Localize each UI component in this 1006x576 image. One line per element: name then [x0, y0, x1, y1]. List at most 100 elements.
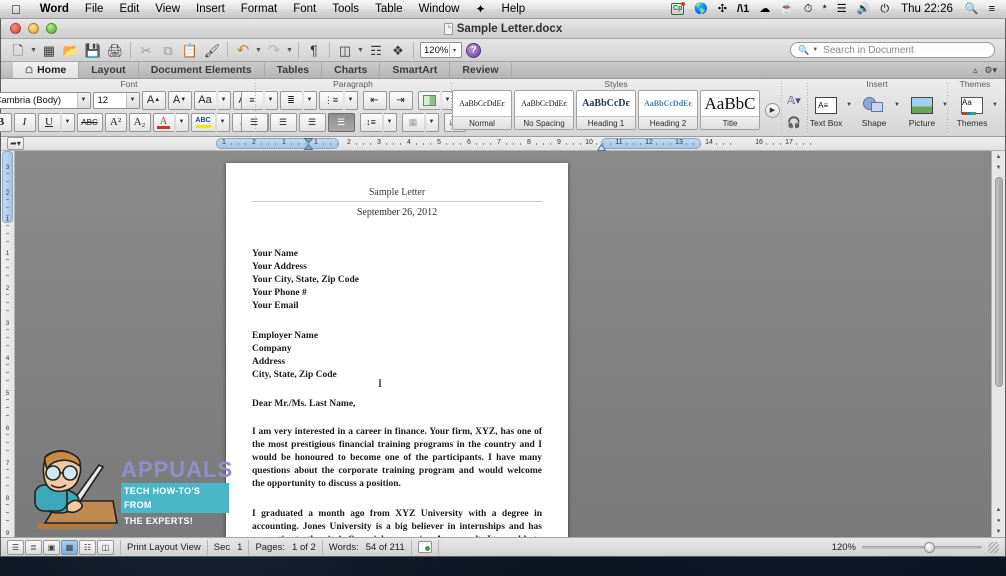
chevron-right-circle-icon[interactable]: ▶: [765, 102, 780, 118]
tab-charts[interactable]: Charts: [322, 62, 381, 78]
wordart-icon[interactable]: 𝔸▾: [782, 91, 806, 110]
paste-icon[interactable]: 📋: [179, 40, 201, 60]
themes-dropdown-icon[interactable]: ▼: [992, 93, 998, 108]
notification-center-icon[interactable]: ≡: [984, 0, 1000, 19]
search-input[interactable]: 🔍 ▼ Search in Document: [790, 42, 995, 58]
publishing-layout-icon[interactable]: ▣: [43, 539, 60, 555]
draft-view-icon[interactable]: ☰: [7, 539, 24, 555]
scroll-down-icon[interactable]: ▼: [996, 162, 1002, 173]
decrease-indent-icon[interactable]: ⇤: [362, 90, 387, 110]
notebook-layout-icon[interactable]: ☷: [79, 539, 96, 555]
columns-icon[interactable]: [417, 90, 440, 110]
menu-item-insert[interactable]: Insert: [188, 0, 233, 19]
menu-item-font[interactable]: Font: [285, 0, 324, 19]
zoom-stepper-icon[interactable]: ▾: [449, 44, 459, 56]
menu-item-table[interactable]: Table: [367, 0, 411, 19]
document-page[interactable]: Sample Letter September 26, 2012 Your Na…: [226, 163, 568, 537]
browse-object-icon[interactable]: ●: [997, 515, 1001, 526]
bittorrent-icon[interactable]: ✣: [713, 0, 732, 19]
font-color-dropdown-icon[interactable]: ▼: [175, 112, 189, 132]
undo-icon[interactable]: ↶: [232, 40, 254, 60]
next-page-icon[interactable]: ▼: [996, 526, 1002, 537]
new-document-icon[interactable]: 🗋: [7, 40, 29, 60]
menu-item-window[interactable]: Window: [411, 0, 468, 19]
align-left-icon[interactable]: ☰: [240, 112, 268, 132]
scroll-up-icon[interactable]: ▲: [996, 151, 1002, 162]
search-dropdown-icon[interactable]: ▼: [812, 47, 818, 53]
tab-home[interactable]: ☖ Home: [13, 62, 80, 78]
sidebar-dropdown-icon[interactable]: ▼: [356, 47, 365, 54]
menu-item-view[interactable]: View: [147, 0, 188, 19]
shape-dropdown-icon[interactable]: ▼: [894, 93, 900, 108]
subscript-button[interactable]: A₂: [128, 112, 151, 132]
adobe-icon[interactable]: /\1: [732, 0, 754, 19]
vertical-ruler[interactable]: 32112345678910: [1, 151, 15, 537]
volume-icon[interactable]: 🔊: [852, 0, 876, 19]
menu-item-tools[interactable]: Tools: [324, 0, 367, 19]
apple-logo-icon[interactable]: : [0, 3, 32, 16]
menu-item-word[interactable]: Word: [32, 0, 77, 19]
themes-button[interactable]: Aa Themes ▼: [952, 93, 998, 128]
dropbox-menu-icon[interactable]: ✦: [467, 0, 493, 19]
align-center-icon[interactable]: ☰: [269, 112, 297, 132]
window-title-bar[interactable]: Sample Letter.docx: [1, 19, 1005, 39]
change-case-dropdown-icon[interactable]: ▼: [217, 90, 231, 110]
new-document-dropdown-icon[interactable]: ▼: [29, 47, 38, 54]
vertical-scrollbar[interactable]: ▲ ▼ ▲ ● ▼: [991, 151, 1005, 537]
multilevel-list-icon[interactable]: ⋮≡: [318, 90, 343, 110]
grow-font-button[interactable]: A ▲: [141, 90, 166, 110]
menu-bar-clock[interactable]: Thu 22:26: [894, 3, 960, 15]
spelling-check-icon[interactable]: [417, 541, 432, 553]
align-right-icon[interactable]: ☰: [298, 112, 326, 132]
bold-button[interactable]: B: [0, 112, 12, 132]
shrink-font-button[interactable]: A ▼: [167, 90, 192, 110]
media-browser-icon[interactable]: ❖: [387, 40, 409, 60]
insert-shape[interactable]: Shape ▼: [854, 93, 900, 128]
template-gallery-icon[interactable]: ▦: [38, 40, 60, 60]
media-icon[interactable]: 🎧: [782, 113, 806, 132]
underline-button[interactable]: U: [37, 112, 60, 132]
coffee-icon[interactable]: ☕: [775, 0, 799, 19]
superscript-button[interactable]: A²: [104, 112, 127, 132]
sidebar-toggle-icon[interactable]: ◫: [334, 40, 356, 60]
resize-grip-icon[interactable]: [988, 541, 999, 553]
strikethrough-button[interactable]: ABC: [76, 112, 103, 132]
chevron-down-icon[interactable]: ▼: [76, 92, 90, 108]
multilevel-list-dropdown-icon[interactable]: ▼: [344, 90, 358, 110]
font-color-button[interactable]: A: [152, 112, 174, 132]
text-box-dropdown-icon[interactable]: ▼: [846, 93, 852, 108]
cp-badge-icon[interactable]: Cp: [666, 0, 689, 19]
open-document-icon[interactable]: 📂: [60, 40, 82, 60]
line-spacing-icon[interactable]: ↕≡: [359, 112, 382, 132]
spotlight-search-icon[interactable]: 🔍: [960, 0, 984, 19]
zoom-combo[interactable]: 120% ▾: [420, 42, 462, 58]
document-canvas[interactable]: Sample Letter September 26, 2012 Your Na…: [15, 151, 991, 537]
bluetooth-icon[interactable]: *: [818, 0, 832, 19]
help-button[interactable]: ?: [466, 42, 481, 58]
tab-stop-selector[interactable]: ➦▾: [7, 137, 24, 150]
redo-icon[interactable]: ↷: [263, 40, 285, 60]
font-size-combo[interactable]: 12 ▼: [92, 91, 140, 109]
gear-icon[interactable]: ⚙▾: [984, 65, 997, 76]
save-document-icon[interactable]: 💾: [82, 40, 104, 60]
battery-icon[interactable]: ⏻: [875, 0, 894, 19]
tab-layout[interactable]: Layout: [79, 62, 139, 78]
clock-icon[interactable]: ⏱: [799, 0, 818, 19]
underline-dropdown-icon[interactable]: ▼: [61, 112, 75, 132]
tab-tables[interactable]: Tables: [264, 62, 323, 78]
style-title[interactable]: AaBbC Title: [700, 90, 760, 130]
cut-icon[interactable]: ✂: [135, 40, 157, 60]
cloud-icon[interactable]: ☁: [754, 0, 775, 19]
wifi-icon[interactable]: ☰: [832, 0, 852, 19]
menu-item-file[interactable]: File: [77, 0, 112, 19]
insert-text-box[interactable]: A≡ Text Box ▼: [806, 93, 852, 128]
show-formatting-marks-icon[interactable]: ¶: [303, 40, 325, 60]
highlight-dropdown-icon[interactable]: ▼: [216, 112, 230, 132]
tab-smartart[interactable]: SmartArt: [380, 62, 451, 78]
menu-item-help[interactable]: Help: [494, 0, 534, 19]
chevron-up-icon[interactable]: ▵: [973, 65, 978, 76]
tab-document-elements[interactable]: Document Elements: [138, 62, 265, 78]
scrollbar-thumb[interactable]: [995, 177, 1003, 387]
style-heading-1[interactable]: AaBbCcDє Heading 1: [576, 90, 636, 130]
insert-picture[interactable]: Picture ▼: [902, 93, 948, 128]
